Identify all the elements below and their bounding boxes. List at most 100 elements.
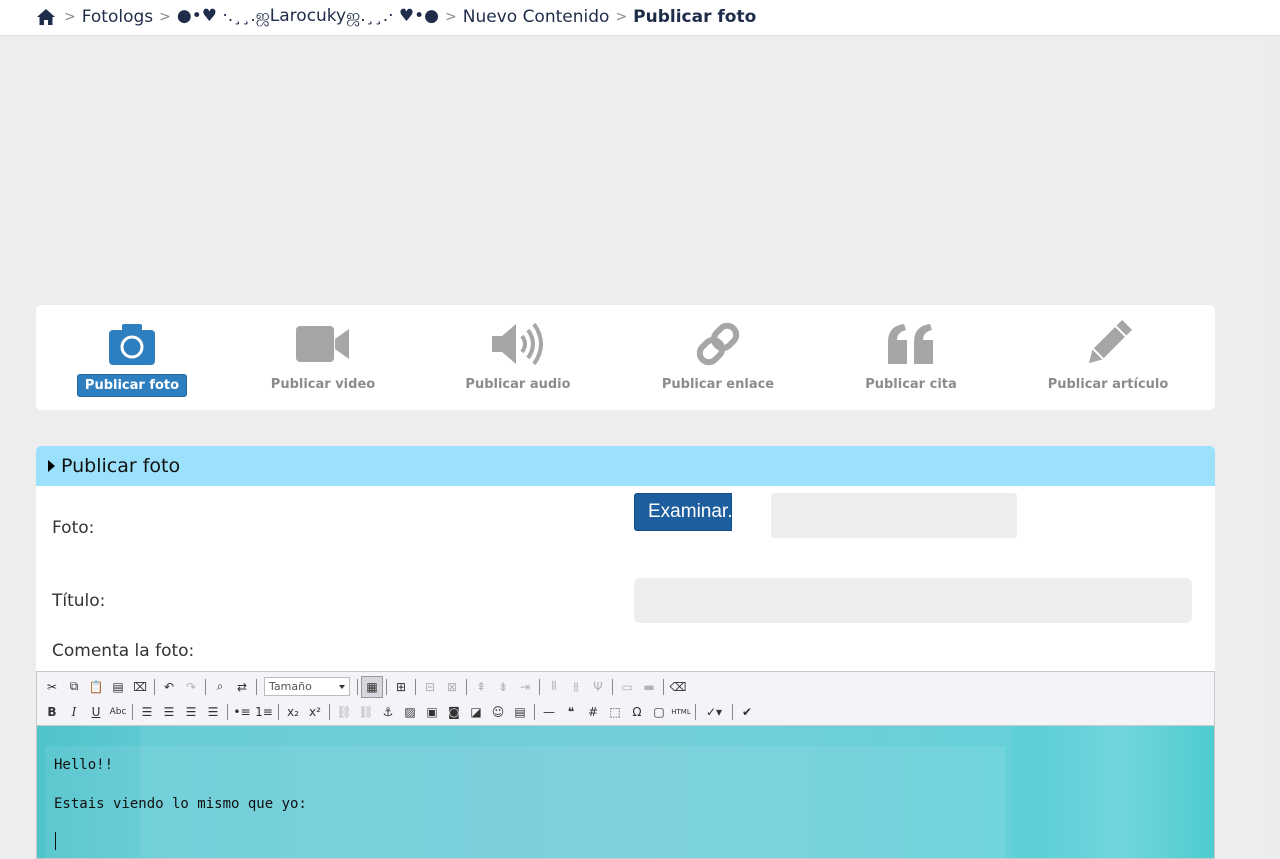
find-icon[interactable]: ⌕ bbox=[209, 676, 231, 698]
horizontal-rule-icon[interactable]: — bbox=[538, 701, 560, 723]
merge-cells-icon[interactable]: ⊟ bbox=[419, 676, 441, 698]
copy-icon[interactable]: ⧉ bbox=[63, 676, 85, 698]
superscript-button[interactable]: x² bbox=[304, 701, 326, 723]
type-publicar-enlace[interactable]: Publicar enlace bbox=[638, 319, 798, 399]
bold-button[interactable]: B bbox=[41, 701, 63, 723]
home-icon[interactable] bbox=[36, 8, 56, 26]
publish-photo-panel: Publicar foto Foto: Examinar... Título: … bbox=[36, 446, 1215, 859]
link-icon bbox=[638, 319, 798, 369]
image-icon[interactable]: ▨ bbox=[399, 701, 421, 723]
type-label: Publicar video bbox=[270, 377, 376, 392]
toolbar-row-2: B I U Abc ☰ ☰ ☰ ☰ •≡ 1≡ x₂ x² ⛓ ⛓ ⚓ ▨ ▣ … bbox=[41, 699, 1210, 724]
speaker-icon[interactable]: ◙ bbox=[443, 701, 465, 723]
template-icon[interactable]: ▢ bbox=[648, 701, 670, 723]
remove-format-icon[interactable]: ⌧ bbox=[129, 676, 151, 698]
photo-label: Foto: bbox=[52, 518, 95, 538]
chevron-right-icon: > bbox=[159, 9, 171, 25]
page-scrollbar[interactable] bbox=[1268, 36, 1280, 859]
chevron-right-icon: > bbox=[64, 9, 76, 25]
breadcrumb-fotologs[interactable]: Fotologs bbox=[82, 7, 153, 27]
type-label: Publicar audio bbox=[465, 377, 571, 392]
html-source-button[interactable]: HTML bbox=[670, 701, 692, 723]
text-cursor bbox=[55, 832, 56, 850]
insert-col-before-icon[interactable]: ⫴ bbox=[543, 676, 565, 698]
numbered-list-icon[interactable]: 1≡ bbox=[253, 701, 275, 723]
undo-icon[interactable]: ↶ bbox=[158, 676, 180, 698]
redo-icon[interactable]: ↷ bbox=[180, 676, 202, 698]
anchor-icon[interactable]: ⚓ bbox=[377, 701, 399, 723]
subscript-button[interactable]: x₂ bbox=[282, 701, 304, 723]
insert-row-after-icon[interactable]: ⇟ bbox=[492, 676, 514, 698]
table-props-icon[interactable]: ▬ bbox=[638, 676, 660, 698]
hashtag-button[interactable]: # bbox=[582, 701, 604, 723]
delete-cells-icon[interactable]: ⊠ bbox=[441, 676, 463, 698]
show-blocks-icon[interactable]: ▦ bbox=[361, 675, 383, 698]
paste-icon[interactable]: 📋 bbox=[85, 676, 107, 698]
radio-icon[interactable]: ▤ bbox=[509, 701, 531, 723]
underline-button[interactable]: U bbox=[85, 701, 107, 723]
quote-icon bbox=[831, 319, 991, 369]
type-label: Publicar foto bbox=[76, 374, 188, 397]
toolbar-row-1: ✂ ⧉ 📋 ▤ ⌧ ↶ ↷ ⌕ ⇄ Tamaño ▦ ⊞ ⊟ ⊠ ⇞ ⇟ ⇥ ⫴… bbox=[41, 674, 1210, 699]
type-publicar-cita[interactable]: Publicar cita bbox=[831, 319, 991, 399]
breadcrumb-user-fotolog[interactable]: ●•♥ ·.¸¸.ஜLarocukyஜ.¸¸.· ♥•● bbox=[177, 6, 439, 28]
cut-icon[interactable]: ✂ bbox=[41, 676, 63, 698]
type-label: Publicar enlace bbox=[661, 377, 775, 392]
tv-icon[interactable]: ▣ bbox=[421, 701, 443, 723]
paste-word-icon[interactable]: ▤ bbox=[107, 676, 129, 698]
type-publicar-foto[interactable]: Publicar foto bbox=[52, 319, 212, 399]
title-input[interactable] bbox=[634, 578, 1192, 623]
split-cells-icon[interactable]: ▭ bbox=[616, 676, 638, 698]
chevron-right-icon: > bbox=[615, 9, 628, 25]
align-center-icon[interactable]: ☰ bbox=[158, 701, 180, 723]
replace-icon[interactable]: ⇄ bbox=[231, 676, 253, 698]
italic-button[interactable]: I bbox=[63, 701, 85, 723]
panel-title: Publicar foto bbox=[61, 455, 181, 477]
smiley-icon[interactable]: ☺ bbox=[487, 701, 509, 723]
editor-toolbar: ✂ ⧉ 📋 ▤ ⌧ ↶ ↷ ⌕ ⇄ Tamaño ▦ ⊞ ⊟ ⊠ ⇞ ⇟ ⇥ ⫴… bbox=[37, 672, 1214, 726]
special-char-button[interactable]: Ω bbox=[626, 701, 648, 723]
map-marker-icon[interactable]: ◪ bbox=[465, 701, 487, 723]
eraser-icon[interactable]: ⌫ bbox=[667, 676, 689, 698]
size-select[interactable]: Tamaño bbox=[264, 677, 350, 696]
title-label: Título: bbox=[52, 591, 106, 611]
div-container-icon[interactable]: ⬚ bbox=[604, 701, 626, 723]
type-label: Publicar cita bbox=[865, 377, 957, 392]
quote-bubble-icon[interactable]: ❝ bbox=[560, 701, 582, 723]
pencil-icon bbox=[1028, 319, 1188, 369]
delete-col-icon[interactable]: Ψ bbox=[587, 676, 609, 698]
browse-button[interactable]: Examinar... bbox=[634, 493, 732, 531]
align-right-icon[interactable]: ☰ bbox=[180, 701, 202, 723]
type-publicar-audio[interactable]: Publicar audio bbox=[438, 319, 598, 399]
insert-table-icon[interactable]: ⊞ bbox=[390, 676, 412, 698]
type-publicar-video[interactable]: Publicar video bbox=[243, 319, 403, 399]
align-justify-icon[interactable]: ☰ bbox=[202, 701, 224, 723]
rich-text-editor: ✂ ⧉ 📋 ▤ ⌧ ↶ ↷ ⌕ ⇄ Tamaño ▦ ⊞ ⊟ ⊠ ⇞ ⇟ ⇥ ⫴… bbox=[36, 671, 1215, 859]
breadcrumb-nuevo-contenido[interactable]: Nuevo Contenido bbox=[463, 7, 610, 27]
caret-right-icon bbox=[48, 460, 55, 472]
breadcrumb-current: Publicar foto bbox=[633, 7, 757, 27]
top-bar: > Fotologs > ●•♥ ·.¸¸.ஜLarocukyஜ.¸¸.· ♥•… bbox=[0, 0, 1280, 36]
chevron-right-icon: > bbox=[445, 9, 457, 25]
insert-col-after-icon[interactable]: ⫵ bbox=[565, 676, 587, 698]
unlink-icon[interactable]: ⛓ bbox=[355, 701, 377, 723]
align-left-icon[interactable]: ☰ bbox=[136, 701, 158, 723]
comment-label: Comenta la foto: bbox=[52, 641, 195, 661]
volume-icon bbox=[438, 319, 598, 369]
insert-row-before-icon[interactable]: ⇞ bbox=[470, 676, 492, 698]
spellcheck-icon[interactable]: ✓▾ bbox=[699, 701, 729, 723]
editor-content[interactable]: Hello!! Estais viendo lo mismo que yo: bbox=[37, 726, 1214, 858]
fix-icon[interactable]: ✔ bbox=[736, 701, 758, 723]
camera-icon bbox=[52, 319, 212, 369]
delete-row-icon[interactable]: ⇥ bbox=[514, 676, 536, 698]
bullet-list-icon[interactable]: •≡ bbox=[231, 701, 253, 723]
chevron-down-icon bbox=[339, 684, 345, 689]
breadcrumb: > Fotologs > ●•♥ ·.¸¸.ஜLarocukyஜ.¸¸.· ♥•… bbox=[36, 6, 756, 28]
link-icon[interactable]: ⛓ bbox=[333, 701, 355, 723]
type-label: Publicar artículo bbox=[1047, 377, 1169, 392]
strikethrough-button[interactable]: Abc bbox=[107, 701, 129, 723]
panel-header[interactable]: Publicar foto bbox=[36, 446, 1215, 486]
editor-line-2: Estais viendo lo mismo que yo: bbox=[54, 796, 307, 812]
content-type-selector: Publicar foto Publicar video Publicar au… bbox=[36, 305, 1215, 410]
type-publicar-articulo[interactable]: Publicar artículo bbox=[1028, 319, 1188, 399]
